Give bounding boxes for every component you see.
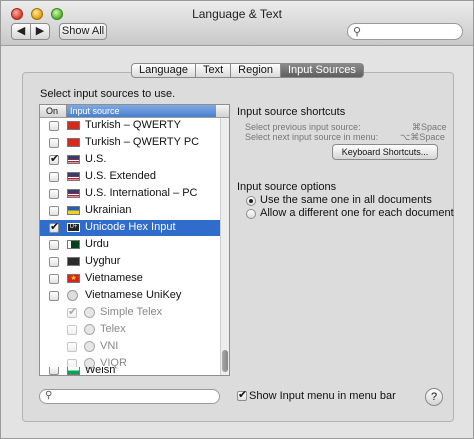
unikey-globe-icon [84,324,95,335]
radio-different-document[interactable] [246,209,256,219]
checkbox[interactable] [49,291,59,301]
turkey-flag-icon [67,138,80,147]
list-item-label: U.S. [85,153,107,165]
us-flag-icon [67,189,80,198]
list-item-label: Telex [100,323,126,335]
list-item-label: Vietnamese [85,272,143,284]
checkbox[interactable] [67,325,77,335]
keyboard-shortcuts-button[interactable]: Keyboard Shortcuts... [332,144,438,160]
list-header: On Input source [40,105,229,118]
list-item[interactable]: U.S. Extended [40,169,220,185]
checkbox[interactable] [67,342,77,352]
list-item-label: VNI [100,340,119,352]
checkbox[interactable] [49,367,59,375]
ukraine-flag-icon [67,206,80,215]
vietnam-flag-icon: ★ [67,274,80,283]
list-item-label: Uyghur [85,255,121,267]
tab-bar: Language Text Region Input Sources [131,63,364,78]
tab-region[interactable]: Region [231,63,281,78]
list-item[interactable]: Vietnamese UniKey [40,288,220,304]
list-item-label: Simple Telex [100,306,163,318]
preferences-window: Language & Text ◀ ▶ Show All ⚲ Language … [0,0,474,439]
input-sources-list[interactable]: On Input source Turkish – QWERTY Turkish… [39,104,230,376]
scrollbar-thumb[interactable] [222,350,228,372]
turkey-flag-icon [67,121,80,130]
list-item[interactable]: Turkish – QWERTY PC [40,135,220,151]
list-item[interactable]: Simple Telex [40,305,220,321]
list-item[interactable]: Telex [40,322,220,338]
preferences-search-field[interactable]: ⚲ [347,23,463,40]
input-source-search-field[interactable]: ⚲ [39,389,220,404]
help-button[interactable]: ? [425,388,443,406]
checkbox[interactable] [49,121,59,131]
checkbox[interactable] [67,305,77,318]
list-item-selected[interactable]: U+ Unicode Hex Input [40,220,220,236]
checkbox[interactable] [49,240,59,250]
checkbox[interactable] [49,172,59,182]
forward-button[interactable]: ▶ [30,23,50,40]
checkbox[interactable] [49,152,59,165]
list-item[interactable]: Turkish – QWERTY [40,118,220,134]
us-flag-icon [67,155,80,164]
checkbox[interactable] [49,138,59,148]
show-all-button[interactable]: Show All [59,23,107,40]
unicode-hex-icon: U+ [67,223,80,232]
uyghur-icon [67,257,80,266]
show-input-menu-checkbox[interactable] [237,388,247,401]
window-title: Language & Text [192,7,282,21]
options-section-title: Input source options [237,181,337,193]
radio-same-document-label[interactable]: Use the same one in all documents [260,194,432,206]
column-header-input-source[interactable]: Input source [66,105,216,117]
checkbox[interactable] [49,220,59,233]
back-button[interactable]: ◀ [11,23,31,40]
list-scrollbar[interactable] [220,118,229,375]
list-item-label: Turkish – QWERTY [85,119,181,131]
list-item-label: Ukrainian [85,204,132,216]
unikey-globe-icon [84,341,95,352]
unikey-globe-icon [84,307,95,318]
tab-text[interactable]: Text [195,63,232,78]
checkbox[interactable] [49,189,59,199]
list-item[interactable]: ★ Vietnamese [40,271,220,287]
wales-flag-icon [67,367,80,375]
radio-different-document-label[interactable]: Allow a different one for each document [260,207,454,219]
list-item-label: Urdu [85,238,109,250]
list-item-label: Turkish – QWERTY PC [85,136,200,148]
search-icon: ⚲ [45,390,53,401]
list-item[interactable]: U.S. [40,152,220,168]
unikey-globe-icon [67,290,78,301]
column-header-on[interactable]: On [46,105,58,117]
checkbox[interactable] [49,274,59,284]
list-item[interactable]: Ukrainian [40,203,220,219]
select-sources-label: Select input sources to use. [40,88,176,100]
next-source-shortcut: ⌥⌘Space [400,132,445,142]
prev-source-label: Select previous input source: [245,122,361,132]
list-item-label: Vietnamese UniKey [85,289,182,301]
next-source-label: Select next input source in menu: [245,132,379,142]
tab-language[interactable]: Language [131,63,196,78]
list-item-label: U.S. International – PC [85,187,198,199]
title-bar: Language & Text ◀ ▶ Show All ⚲ [1,1,473,46]
checkbox[interactable] [49,206,59,216]
radio-same-document[interactable] [246,196,256,206]
list-item[interactable]: U.S. International – PC [40,186,220,202]
list-item[interactable]: Uyghur [40,254,220,270]
list-item-label: Welsh [85,367,116,376]
show-input-menu-label[interactable]: Show Input menu in menu bar [249,390,396,402]
list-item-label: U.S. Extended [85,170,156,182]
search-icon: ⚲ [353,26,362,38]
list-item[interactable]: Urdu [40,237,220,253]
checkbox[interactable] [49,257,59,267]
shortcuts-section-title: Input source shortcuts [237,106,346,118]
us-flag-icon [67,172,80,181]
list-item[interactable]: VNI [40,339,220,355]
list-item[interactable]: Welsh [40,367,220,376]
list-item-label: Unicode Hex Input [85,221,176,233]
pakistan-flag-icon [67,240,80,249]
tab-input-sources[interactable]: Input Sources [281,63,364,78]
